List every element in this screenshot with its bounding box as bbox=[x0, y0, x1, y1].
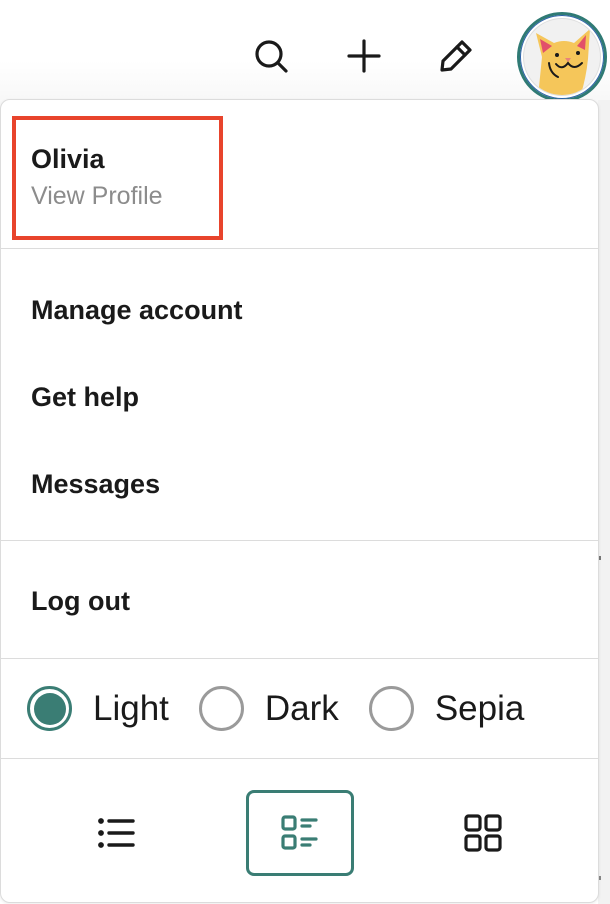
radio-dark[interactable] bbox=[198, 686, 244, 731]
view-profile-link[interactable]: View Profile bbox=[31, 182, 163, 211]
theme-option-sepia[interactable]: Sepia bbox=[368, 686, 525, 731]
profile-section: Olivia View Profile bbox=[1, 100, 598, 249]
scrollbar-track[interactable] bbox=[598, 100, 610, 904]
top-bar bbox=[0, 0, 610, 110]
avatar-button[interactable] bbox=[517, 12, 607, 102]
plus-icon bbox=[347, 39, 381, 73]
page: Olivia View Profile Manage account Get h… bbox=[0, 0, 610, 904]
search-icon bbox=[255, 40, 288, 73]
theme-selector: Light Dark Sepia bbox=[1, 659, 598, 759]
cat-avatar-icon bbox=[536, 29, 590, 95]
search-button[interactable] bbox=[249, 34, 293, 78]
list-icon bbox=[98, 818, 135, 848]
profile-name: Olivia bbox=[31, 144, 105, 174]
compact-list-view-button[interactable] bbox=[246, 790, 354, 876]
theme-label-light: Light bbox=[93, 688, 169, 728]
edit-button[interactable] bbox=[434, 34, 478, 78]
list-view-button[interactable] bbox=[63, 790, 171, 876]
compact-list-icon bbox=[281, 815, 318, 850]
theme-option-light[interactable]: Light bbox=[27, 686, 169, 731]
radio-sepia[interactable] bbox=[368, 686, 414, 731]
menu-item-manage-account[interactable]: Manage account bbox=[1, 267, 598, 354]
grid-view-button[interactable] bbox=[429, 790, 537, 876]
view-mode-selector bbox=[1, 759, 598, 903]
logout-section: Log out bbox=[1, 541, 598, 659]
account-dropdown-menu: Olivia View Profile Manage account Get h… bbox=[0, 99, 599, 903]
create-button[interactable] bbox=[342, 34, 386, 78]
theme-option-dark[interactable]: Dark bbox=[198, 686, 339, 731]
theme-label-dark: Dark bbox=[264, 688, 339, 728]
radio-light[interactable] bbox=[27, 686, 72, 731]
menu-item-get-help[interactable]: Get help bbox=[1, 354, 598, 441]
menu-item-log-out[interactable]: Log out bbox=[1, 541, 598, 659]
pencil-icon bbox=[440, 40, 472, 72]
theme-label-sepia: Sepia bbox=[434, 688, 525, 728]
account-menu-section: Manage account Get help Messages bbox=[1, 249, 598, 541]
grid-icon bbox=[464, 814, 502, 852]
menu-item-messages[interactable]: Messages bbox=[1, 441, 598, 528]
avatar bbox=[523, 18, 601, 96]
highlight-box bbox=[12, 116, 223, 240]
